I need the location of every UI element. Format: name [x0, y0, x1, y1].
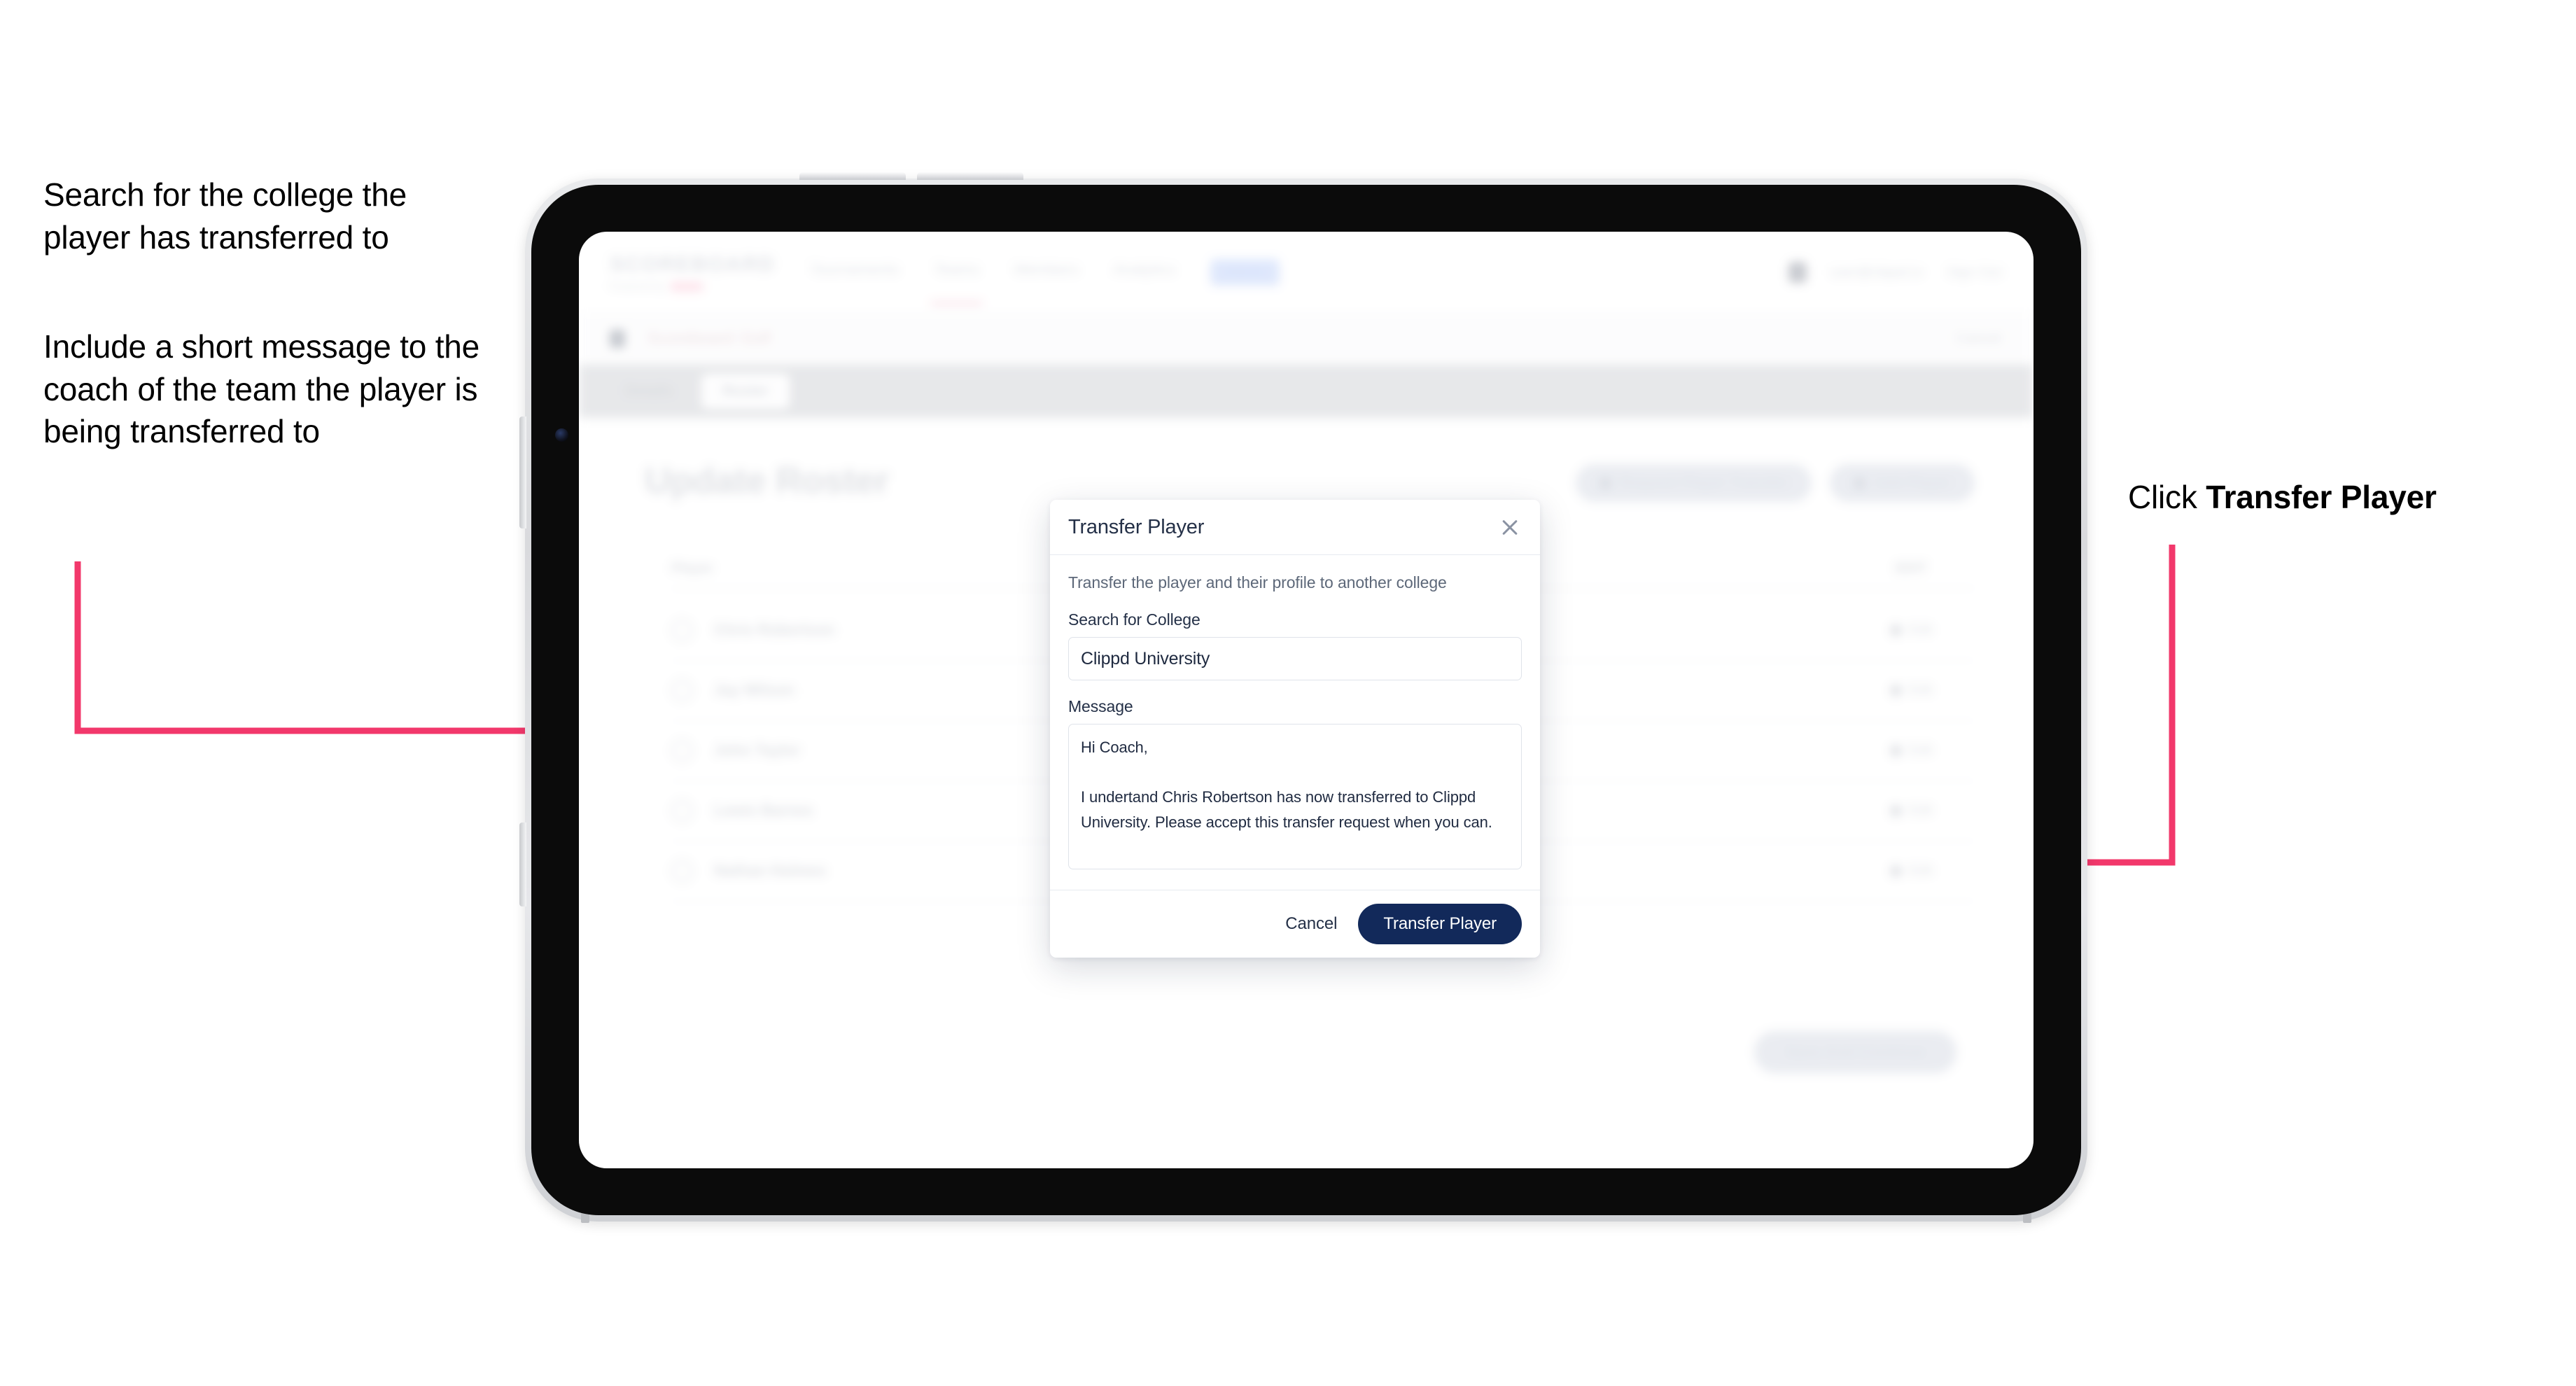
row-edit-label: Edit	[1908, 742, 1933, 758]
transfer-player-dialog: Transfer Player Transfer the player and …	[1050, 500, 1540, 958]
dialog-description: Transfer the player and their profile to…	[1068, 573, 1447, 592]
app-tab-bar: Details Roster	[579, 365, 2033, 418]
row-edit-label: Edit	[1908, 682, 1933, 698]
device-bottom-notch-left	[581, 1213, 589, 1223]
annotation-search-college: Search for the college the player has tr…	[43, 176, 407, 255]
close-icon[interactable]	[1498, 515, 1522, 539]
player-name: John Taylor	[714, 741, 801, 759]
row-edit-button[interactable]: Edit	[1888, 682, 1933, 699]
row-checkbox[interactable]	[671, 739, 693, 762]
row-edit-button[interactable]: Edit	[1888, 622, 1933, 638]
camera-icon	[555, 428, 568, 442]
nav-item-analytics[interactable]: Analytics	[1114, 260, 1175, 284]
transfer-player-button[interactable]: Transfer Player	[1358, 904, 1522, 944]
row-edit-button[interactable]: Edit	[1888, 862, 1933, 879]
top-navigation: Tournaments Teams Members Analytics Admi…	[810, 259, 1280, 305]
brand-name: SCOREBOARD	[610, 252, 776, 276]
request-player-transfer-button[interactable]: Request Player Transfer	[1575, 464, 1812, 502]
tab-roster[interactable]: Roster	[701, 374, 790, 409]
brand-chip-icon	[671, 281, 704, 291]
request-player-transfer-label: Request Player Transfer	[1619, 475, 1788, 491]
nav-item-teams[interactable]: Teams	[931, 260, 982, 305]
avatar[interactable]	[1788, 262, 1807, 283]
row-edit-button[interactable]: Edit	[1888, 742, 1933, 759]
sub-bar-title-main: Scoreboard	[647, 329, 734, 348]
annotation-right-strong: Transfer Player	[2206, 479, 2437, 515]
college-field-label: Search for College	[1068, 610, 1200, 629]
page-title: Update Roster	[645, 461, 889, 501]
row-checkbox[interactable]	[671, 619, 693, 641]
brand-logo[interactable]: SCOREBOARD Powered by	[610, 252, 776, 293]
dialog-header: Transfer Player	[1050, 500, 1540, 555]
message-textarea[interactable]: Hi Coach, I undertand Chris Robertson ha…	[1068, 724, 1522, 869]
pencil-icon	[1888, 803, 1903, 818]
dialog-title: Transfer Player	[1068, 515, 1205, 538]
add-player-label: Add Player	[1874, 475, 1951, 491]
nav-item-tournaments[interactable]: Tournaments	[810, 260, 899, 284]
pencil-icon	[1888, 682, 1903, 698]
message-field-label: Message	[1068, 697, 1133, 715]
column-header-player: Player	[671, 561, 714, 576]
pencil-icon	[1888, 863, 1903, 878]
dialog-body: Transfer the player and their profile to…	[1050, 555, 1540, 890]
user-email: user@clippd.io	[1830, 264, 1924, 280]
app-top-bar: SCOREBOARD Powered by Tournaments Teams …	[579, 232, 2033, 314]
device-volume-up-button[interactable]	[799, 172, 906, 180]
add-player-button[interactable]: Add Player	[1830, 464, 1975, 502]
search-college-input[interactable]	[1068, 637, 1522, 680]
sub-bar-title: Scoreboard Golf	[640, 329, 771, 349]
column-header-edit: EDIT	[1895, 561, 1927, 576]
page-actions: Request Player Transfer Add Player	[1575, 464, 1975, 502]
row-checkbox[interactable]	[671, 799, 693, 822]
device-side-button-2[interactable]	[519, 822, 526, 906]
team-badge-icon	[610, 330, 625, 348]
pencil-icon	[1888, 622, 1903, 638]
row-edit-button[interactable]: Edit	[1888, 802, 1933, 819]
sign-out-button[interactable]: Sign Out	[1947, 265, 2001, 281]
dialog-footer: Cancel Transfer Player	[1050, 890, 1540, 958]
player-name: Chris Robertson	[714, 621, 835, 638]
field-spacer	[1068, 680, 1522, 697]
annotation-include-message: Include a short message to the coach of …	[43, 328, 480, 450]
tab-details[interactable]: Details	[604, 374, 694, 409]
top-right-actions: user@clippd.io Sign Out	[1788, 262, 2001, 283]
transfer-icon	[1599, 477, 1611, 489]
row-edit-label: Edit	[1908, 802, 1933, 818]
nav-item-members[interactable]: Members	[1014, 260, 1079, 284]
row-edit-label: Edit	[1908, 862, 1933, 878]
player-name: Nathan Holmes	[714, 862, 827, 879]
pencil-icon	[1888, 743, 1903, 758]
annotation-click-transfer: Click Transfer Player	[2128, 476, 2576, 519]
player-name: Lewis Barnes	[714, 802, 813, 819]
player-name: Jay Wilson	[714, 681, 794, 699]
save-and-continue-button[interactable]: Save And Continue	[1754, 1031, 1956, 1073]
device-volume-down-button[interactable]	[917, 172, 1023, 180]
app-sub-bar: Scoreboard Golf Cancel	[579, 313, 2033, 365]
brand-tagline-text: Powered by	[610, 280, 666, 293]
row-checkbox[interactable]	[671, 860, 693, 882]
device-bottom-notch-right	[2023, 1213, 2031, 1223]
row-edit-label: Edit	[1908, 622, 1933, 638]
plus-icon	[1854, 477, 1866, 489]
row-checkbox[interactable]	[671, 679, 693, 701]
annotation-right-prefix: Click	[2128, 479, 2206, 515]
device-side-button-1[interactable]	[519, 416, 526, 528]
sub-bar-cancel-button[interactable]: Cancel	[1956, 330, 2001, 347]
brand-tagline: Powered by	[610, 281, 737, 293]
sub-bar-title-suffix: Golf	[740, 329, 771, 348]
cancel-button[interactable]: Cancel	[1282, 909, 1340, 939]
nav-admin-pill[interactable]: Admin	[1210, 259, 1280, 286]
